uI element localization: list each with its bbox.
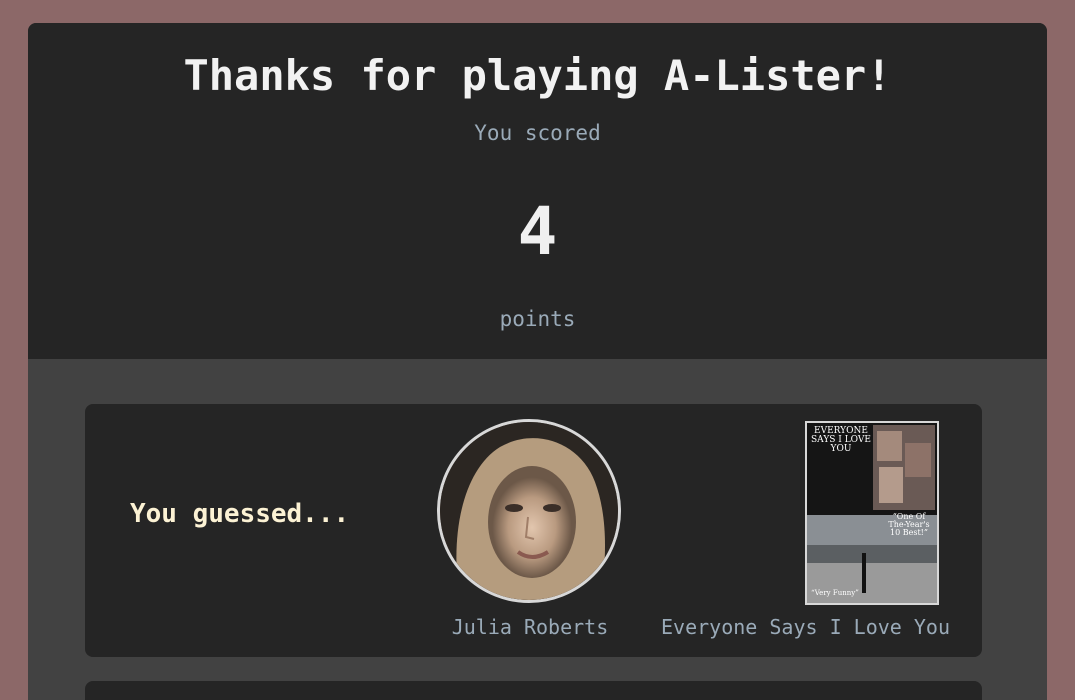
poster-tagline-text: “Very Funny” [811,589,859,597]
page-title: Thanks for playing A-Lister! [183,51,892,100]
next-card [85,681,982,700]
points-label: points [499,307,576,331]
guess-card: You guessed... Julia Roberts EVERYONE SA… [85,404,982,657]
movie-poster[interactable]: EVERYONE SAYS I LOVE YOU “One Of The-Yea… [805,421,939,605]
results-header: Thanks for playing A-Lister! You scored … [28,23,1047,359]
actor-photo[interactable] [437,419,621,603]
actor-name[interactable]: Julia Roberts [425,615,635,639]
poster-title-text: EVERYONE SAYS I LOVE YOU [811,426,871,454]
actor-portrait-image [440,422,618,600]
guess-label: You guessed... [130,499,350,529]
score-value: 4 [517,193,558,270]
results-panel: Thanks for playing A-Lister! You scored … [28,23,1047,700]
score-subtitle: You scored [474,121,601,145]
poster-quote-text: “One Of The-Year's 10 Best!” [888,512,930,537]
movie-title[interactable]: Everyone Says I Love You [640,615,950,639]
